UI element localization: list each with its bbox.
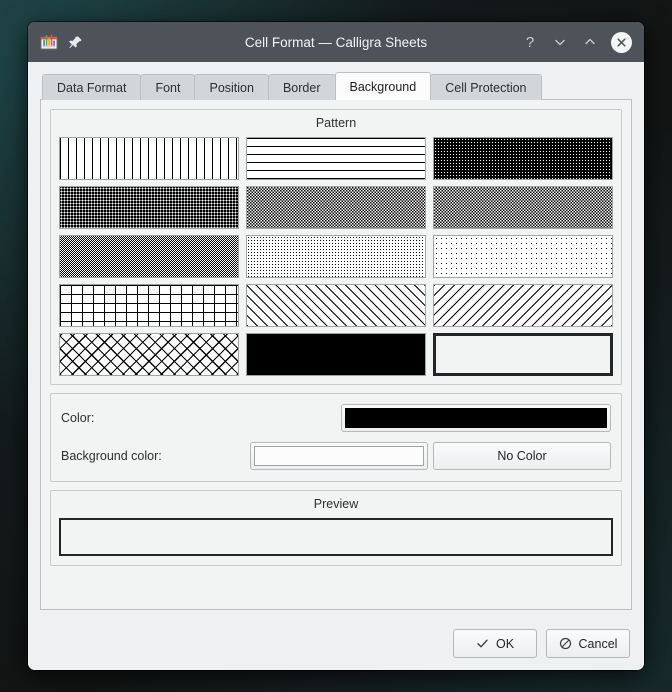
close-icon (616, 37, 627, 48)
pattern-swatch-backward-diagonal[interactable] (433, 284, 613, 327)
pattern-fill (60, 138, 238, 179)
pattern-swatch-dense-dither-80[interactable] (59, 186, 239, 229)
window-titlebar[interactable]: Cell Format — Calligra Sheets ? (28, 22, 644, 62)
pattern-swatch-dense-dither-12[interactable] (433, 235, 613, 278)
titlebar-window-controls: ? (521, 32, 636, 53)
no-entry-icon (559, 637, 572, 650)
pattern-swatch-grid (59, 137, 613, 376)
pattern-fill (434, 236, 612, 277)
pattern-swatch-dense-dither-90[interactable] (433, 137, 613, 180)
color-group: Color: Background color: No Color (50, 393, 622, 482)
ok-button[interactable]: OK (453, 629, 537, 658)
dialog-body: Data FormatFontPositionBorderBackgroundC… (28, 62, 644, 620)
pattern-fill (247, 285, 425, 326)
pattern-fill (247, 187, 425, 228)
cancel-button[interactable]: Cancel (546, 629, 630, 658)
pattern-fill (434, 285, 612, 326)
titlebar-left-controls (36, 33, 83, 51)
maximize-button[interactable] (581, 33, 599, 51)
chevron-down-icon (553, 35, 567, 49)
pattern-group-title: Pattern (59, 115, 613, 137)
tab-font[interactable]: Font (140, 74, 195, 100)
pattern-fill (60, 334, 238, 375)
dialog-button-bar: OK Cancel (28, 620, 644, 670)
ok-button-label: OK (496, 637, 514, 651)
pattern-swatch-no-pattern[interactable] (433, 333, 613, 376)
tab-border[interactable]: Border (268, 74, 336, 100)
tab-data-format[interactable]: Data Format (42, 74, 141, 100)
pattern-fill (60, 236, 238, 277)
pattern-swatch-solid-black[interactable] (246, 333, 426, 376)
tab-bar: Data FormatFontPositionBorderBackgroundC… (40, 72, 632, 100)
pin-icon[interactable] (68, 35, 83, 50)
pattern-fill (434, 138, 612, 179)
pattern-fill (247, 334, 425, 375)
cell-format-dialog-window: Cell Format — Calligra Sheets ? (28, 22, 644, 670)
background-color-label: Background color: (61, 449, 162, 463)
background-color-row: Background color: No Color (61, 441, 611, 471)
pattern-fill (247, 236, 425, 277)
cancel-button-label: Cancel (579, 637, 618, 651)
color-picker-button[interactable] (341, 404, 611, 432)
help-button[interactable]: ? (521, 33, 539, 51)
close-button[interactable] (611, 32, 632, 53)
pattern-fill (434, 187, 612, 228)
tab-background[interactable]: Background (335, 72, 432, 100)
background-color-picker-button[interactable] (250, 442, 428, 470)
pattern-fill (247, 138, 425, 179)
pattern-fill (436, 336, 610, 373)
pattern-swatch-dense-dither-70[interactable] (246, 186, 426, 229)
pattern-fill (60, 187, 238, 228)
color-label: Color: (61, 411, 94, 425)
pattern-swatch-horizontal-lines[interactable] (246, 137, 426, 180)
pattern-swatch-cross-pattern[interactable] (59, 284, 239, 327)
tab-cell-protection[interactable]: Cell Protection (430, 74, 541, 100)
pattern-swatch-dense-dither-25[interactable] (246, 235, 426, 278)
color-swatch (345, 408, 607, 428)
background-color-swatch (254, 446, 424, 466)
desktop-background: Cell Format — Calligra Sheets ? (0, 0, 672, 692)
check-icon (476, 637, 489, 650)
pattern-swatch-dense-dither-50[interactable] (59, 235, 239, 278)
preview-cell (59, 518, 613, 556)
pattern-swatch-vertical-lines[interactable] (59, 137, 239, 180)
tab-position[interactable]: Position (194, 74, 268, 100)
pattern-swatch-forward-diagonal[interactable] (246, 284, 426, 327)
pattern-fill (60, 285, 238, 326)
minimize-button[interactable] (551, 33, 569, 51)
color-row: Color: (61, 403, 611, 433)
pattern-swatch-diagonal-cross[interactable] (59, 333, 239, 376)
preview-group-title: Preview (59, 496, 613, 518)
no-color-button[interactable]: No Color (433, 442, 611, 470)
calligra-sheets-icon (40, 33, 58, 51)
pattern-swatch-dense-dither-60[interactable] (433, 186, 613, 229)
background-tab-page: Pattern Color: Background color: (40, 100, 632, 610)
preview-group: Preview (50, 490, 622, 566)
chevron-up-icon (583, 35, 597, 49)
pattern-group: Pattern (50, 109, 622, 385)
